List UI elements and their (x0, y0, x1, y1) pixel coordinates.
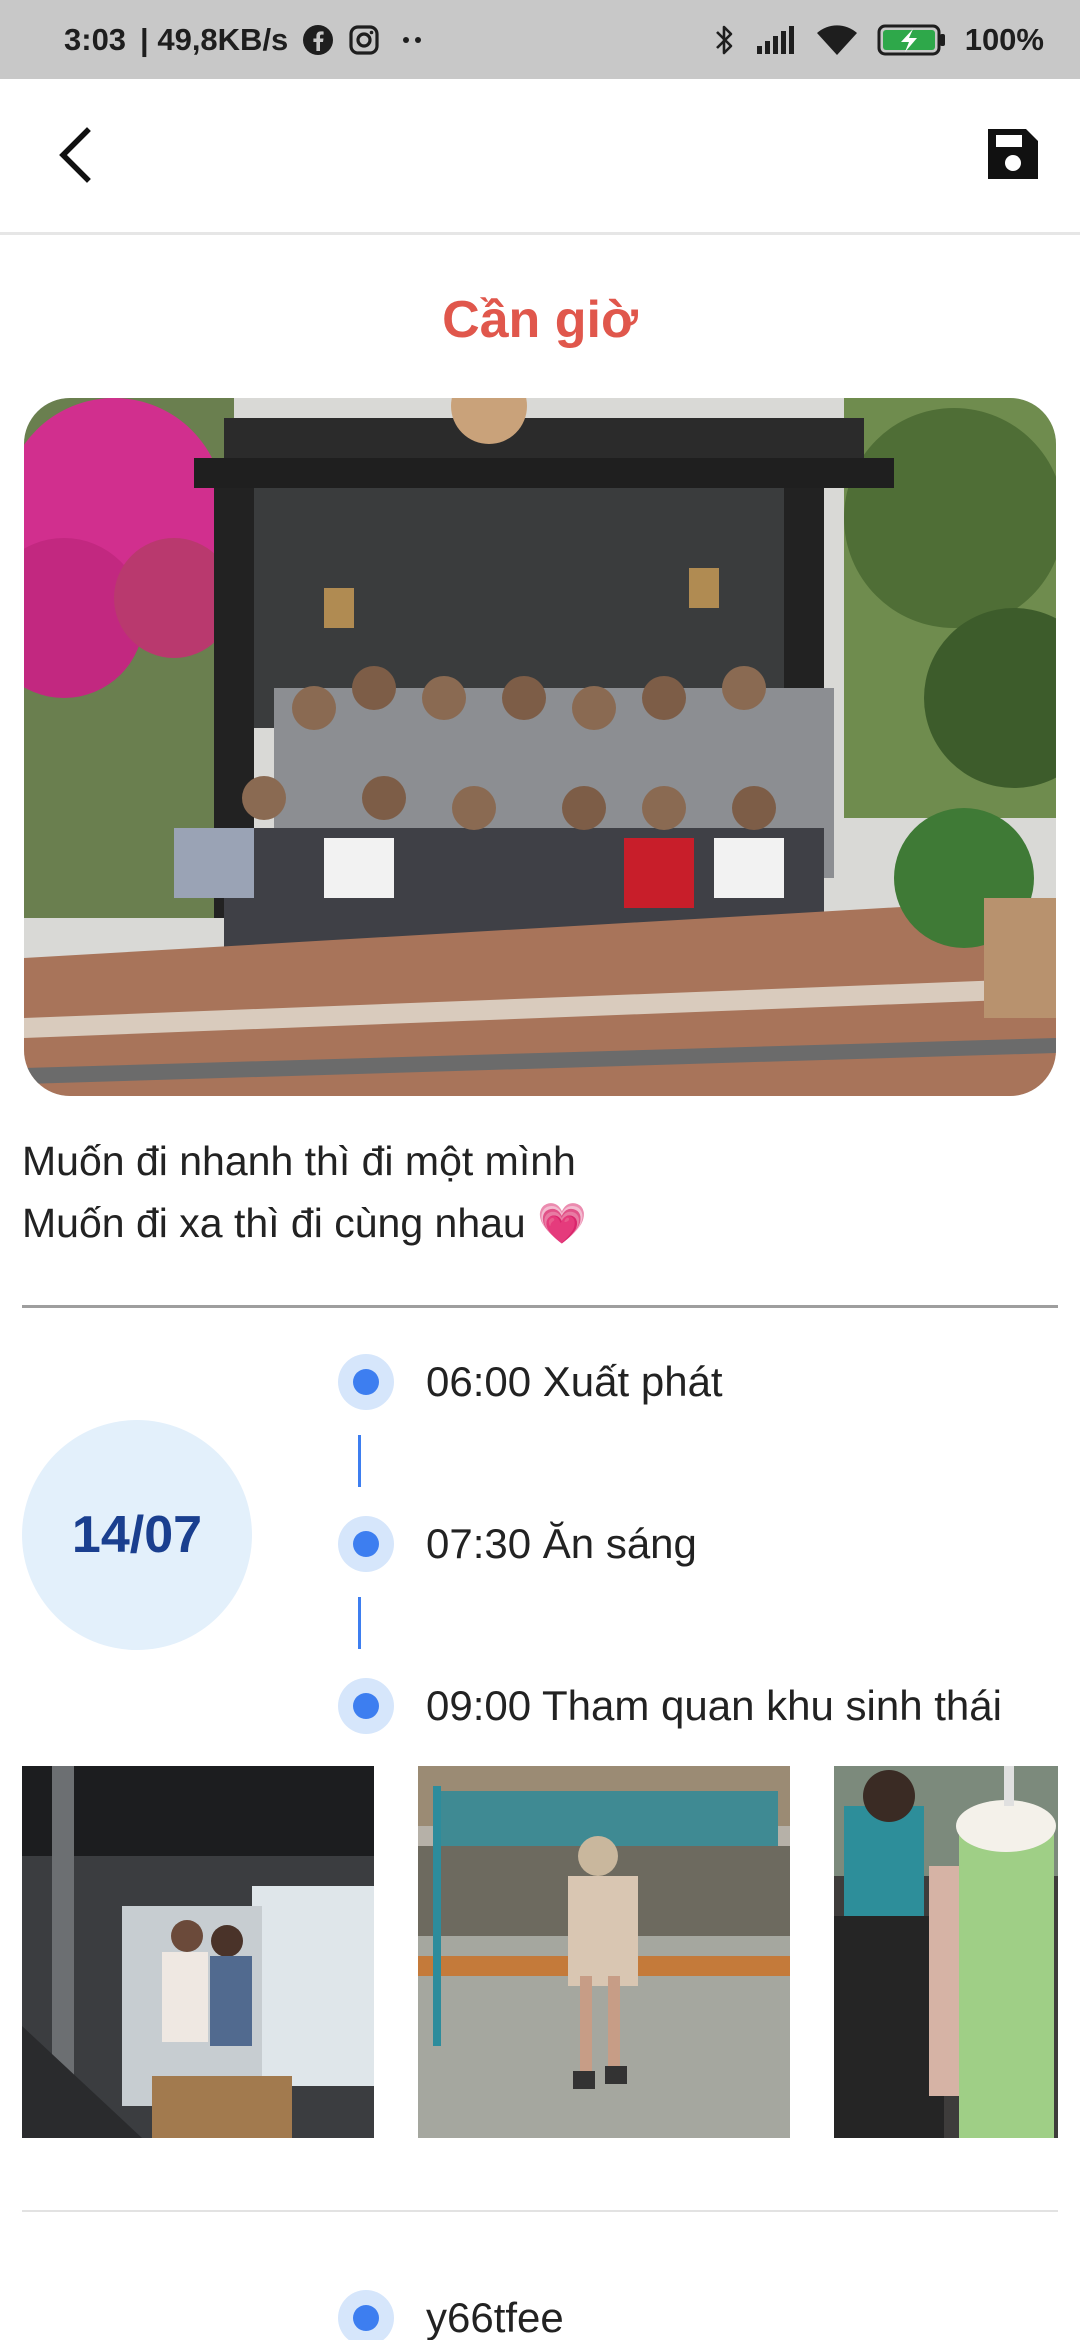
chevron-left-icon (55, 125, 95, 190)
timeline-text: y66tfee (426, 2294, 564, 2340)
section-divider (22, 1305, 1058, 1308)
date-badge: 14/07 (22, 1420, 252, 1650)
signal-icon (755, 24, 797, 56)
network-speed: | 49,8KB/s (140, 21, 289, 57)
trip-caption: Muốn đi nhanh thì đi một mình Muốn đi xa… (22, 1130, 1062, 1255)
save-button[interactable] (980, 123, 1046, 189)
battery-charging-icon (877, 23, 947, 57)
heart-emoji: 💗 (537, 1202, 587, 1246)
section-divider (22, 2210, 1058, 2212)
status-bar: 3:03 | 49,8KB/s 100% (0, 0, 1080, 79)
bluetooth-icon (711, 23, 737, 57)
timeline-dot-icon (338, 2290, 394, 2340)
timeline-dot-icon (338, 1678, 394, 1734)
status-time: 3:03 (64, 21, 127, 57)
more-dots-icon (394, 24, 430, 56)
gallery-photo[interactable] (418, 1766, 790, 2138)
timeline-text: 07:30 Ăn sáng (426, 1520, 697, 1567)
timeline-item[interactable]: 09:00 Tham quan khu sinh thái (338, 1676, 1002, 1736)
floppy-disk-icon (986, 127, 1040, 186)
timeline-item[interactable]: 07:30 Ăn sáng (338, 1514, 697, 1574)
status-bar-left: 3:03 | 49,8KB/s (64, 0, 430, 79)
instagram-icon (348, 24, 380, 56)
timeline-dot-icon (338, 1516, 394, 1572)
timeline-dot-icon (338, 1354, 394, 1410)
gallery-photo[interactable] (22, 1766, 374, 2138)
timeline-item[interactable]: 06:00 Xuất phát (338, 1352, 723, 1412)
facebook-icon (302, 24, 334, 56)
battery-percent: 100% (964, 21, 1044, 57)
back-button[interactable] (40, 119, 110, 195)
caption-line-2: Muốn đi xa thì đi cùng nhau 💗 (22, 1200, 587, 1246)
hero-photo[interactable] (24, 398, 1056, 1096)
timeline-item[interactable]: y66tfee (338, 2290, 564, 2340)
timeline-connector (358, 1597, 361, 1649)
timeline-text: 06:00 Xuất phát (426, 1358, 723, 1405)
status-bar-right: 100% (711, 0, 1044, 79)
caption-line-1: Muốn đi nhanh thì đi một mình (22, 1138, 576, 1184)
timeline-connector (358, 1435, 361, 1487)
app-bar (0, 79, 1080, 235)
timeline-text: 09:00 Tham quan khu sinh thái (426, 1682, 1002, 1729)
wifi-icon (815, 23, 859, 57)
gallery-photo[interactable] (834, 1766, 1058, 2138)
page-title: Cần giờ (442, 291, 638, 349)
